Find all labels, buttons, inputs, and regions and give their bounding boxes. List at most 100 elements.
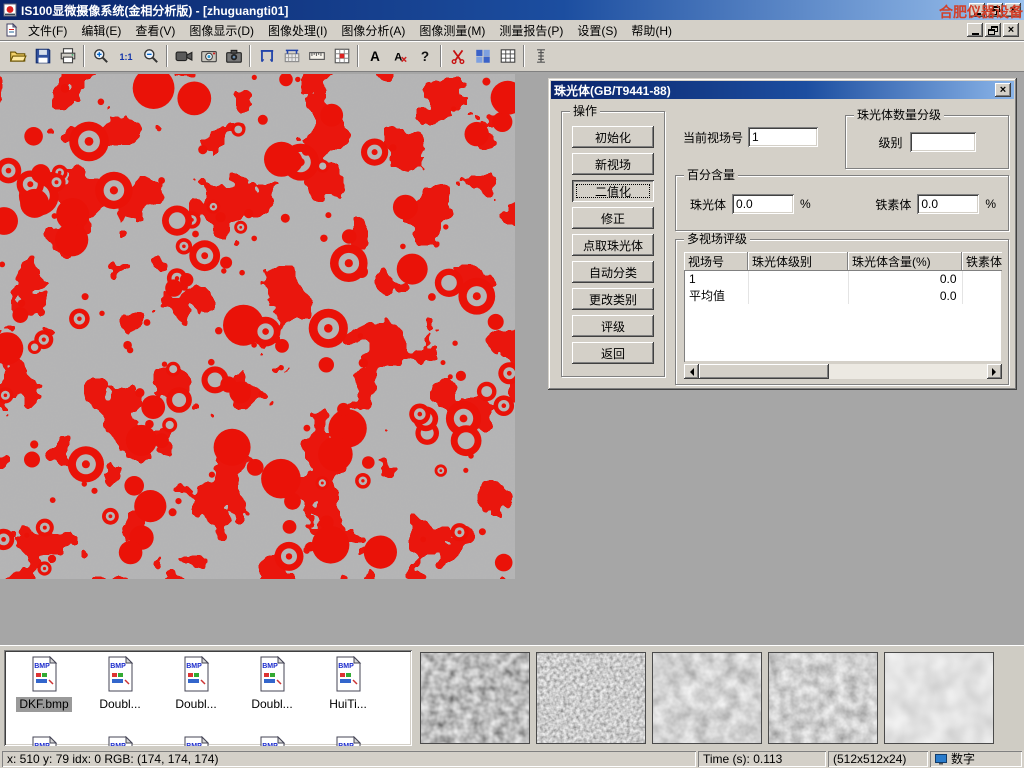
toolbar-open-button[interactable] [5,44,30,69]
level-input[interactable] [910,132,976,152]
child-close-button[interactable]: × [1003,23,1019,37]
op-init-button[interactable]: 初始化 [572,126,654,148]
bmp-file-icon: BMP [332,656,364,695]
table-row[interactable]: 平均值 0.0 [684,287,1002,304]
menu-item-image-process[interactable]: 图像处理(I) [261,19,334,42]
thumbnail-2[interactable] [536,652,646,744]
child-restore-button[interactable] [985,23,1001,37]
pearlite-percent-input[interactable] [732,194,794,214]
file-name[interactable]: Doubl... [96,697,143,712]
thumbnail-1[interactable] [420,652,530,744]
toolbar-font-button[interactable]: A [362,44,387,69]
toolbar-measure-grid-button[interactable] [279,44,304,69]
status-image-size: (512x512x24) [828,751,928,767]
child-document-icon[interactable] [5,23,18,37]
toolbar-video-button[interactable] [171,44,196,69]
vertical-caliper-icon [532,47,550,65]
toolbar-separator [523,45,525,67]
menu-item-image-measure[interactable]: 图像测量(M) [412,19,492,42]
op-new-field-button[interactable]: 新视场 [572,153,654,175]
thumbnail-3[interactable] [652,652,762,744]
current-field-input[interactable] [748,127,818,147]
file-item[interactable]: BMP HuiTi... [310,656,386,712]
toolbar-zoom-in-button[interactable] [88,44,113,69]
toolbar-actual-size-button[interactable]: 1:1 [113,44,138,69]
ferrite-percent-input[interactable] [917,194,979,214]
file-name[interactable]: HuiTi... [326,697,370,712]
toolbar-scale-button[interactable] [304,44,329,69]
menu-item-view[interactable]: 查看(V) [128,19,182,42]
thumbnail-4[interactable] [768,652,878,744]
thumbnail-strip [420,652,994,744]
menu-item-edit[interactable]: 编辑(E) [74,19,128,42]
file-item-partial[interactable]: BMP [6,736,82,746]
mdi-client-area: 珠光体(GB/T9441-88) × 操作 初始化 新视场 二值化 修正 点取珠… [0,72,1024,645]
dialog-body: 操作 初始化 新视场 二值化 修正 点取珠光体 自动分类 更改类别 评级 返回 … [551,99,1014,387]
bmp-file-icon: BMP [28,736,60,746]
bmp-file-icon: BMP [256,736,288,746]
file-item-partial[interactable]: BMP [158,736,234,746]
file-item[interactable]: BMP DKF.bmp [6,656,82,712]
column-header-content[interactable]: 珠光体含量(%) [848,252,962,271]
toolbar-help-button[interactable]: ? [412,44,437,69]
toolbar-font-strike-button[interactable]: A [387,44,412,69]
menu-item-file[interactable]: 文件(F) [21,19,74,42]
toolbar-separator [440,45,442,67]
grid-red-icon [333,47,351,65]
menu-item-image-analysis[interactable]: 图像分析(A) [334,19,412,42]
toolbar-capture-button[interactable] [196,44,221,69]
menu-item-report[interactable]: 测量报告(P) [492,19,570,42]
op-return-button[interactable]: 返回 [572,342,654,364]
table-row[interactable]: 1 0.0 [684,271,1002,287]
file-name[interactable]: Doubl... [248,697,295,712]
op-binarize-button[interactable]: 二值化 [572,180,654,202]
file-item[interactable]: BMP Doubl... [82,656,158,712]
child-minimize-button[interactable] [967,23,983,37]
toolbar-print-button[interactable] [55,44,80,69]
scroll-thumb[interactable] [699,364,829,379]
file-item-partial[interactable]: BMP [310,736,386,746]
toolbar-grid-button[interactable] [495,44,520,69]
file-name[interactable]: DKF.bmp [16,697,71,712]
percent-group: 百分含量 珠光体 % 铁素体 % [675,175,1009,231]
scroll-right-button[interactable] [987,364,1002,379]
bmp-file-icon: BMP [180,656,212,695]
help-icon: ? [416,47,434,65]
toolbar-caliper-button[interactable] [254,44,279,69]
op-change-class-button[interactable]: 更改类别 [572,288,654,310]
op-rate-button[interactable]: 评级 [572,315,654,337]
scroll-left-button[interactable] [684,364,699,379]
thumbnail-5[interactable] [884,652,994,744]
toolbar-cut-button[interactable] [445,44,470,69]
table-hscrollbar[interactable] [684,364,1002,379]
level-label: 级别 [878,134,902,151]
toolbar-vcaliper-button[interactable] [528,44,553,69]
dialog-close-button[interactable]: × [995,83,1011,97]
file-item-partial[interactable]: BMP [234,736,310,746]
scroll-track[interactable] [699,364,987,379]
file-item[interactable]: BMP Doubl... [234,656,310,712]
menu-item-settings[interactable]: 设置(S) [570,19,624,42]
op-auto-classify-button[interactable]: 自动分类 [572,261,654,283]
op-correct-button[interactable]: 修正 [572,207,654,229]
menu-item-help[interactable]: 帮助(H) [624,19,679,42]
pearlite-label: 珠光体 [690,196,726,213]
column-header-field[interactable]: 视场号 [684,252,748,271]
toolbar-zoom-out-button[interactable] [138,44,163,69]
toolbar-camera-button[interactable] [221,44,246,69]
file-browser[interactable]: BMP DKF.bmp BMP Doubl... BMP Doub [4,650,412,746]
op-pick-pearlite-button[interactable]: 点取珠光体 [572,234,654,256]
column-header-level[interactable]: 珠光体级别 [748,252,848,271]
menu-item-image-display[interactable]: 图像显示(D) [182,19,261,42]
cell-ferrite [962,271,1002,287]
file-item-partial[interactable]: BMP [82,736,158,746]
file-item[interactable]: BMP Doubl... [158,656,234,712]
dialog-titlebar[interactable]: 珠光体(GB/T9441-88) × [551,81,1014,99]
metallograph-image[interactable] [0,74,515,579]
toolbar-palette-button[interactable] [470,44,495,69]
toolbar-save-button[interactable] [30,44,55,69]
file-name[interactable]: Doubl... [172,697,219,712]
toolbar-grid-red-button[interactable] [329,44,354,69]
titlebar[interactable]: IS100显微摄像系统(金相分析版) - [zhuguangti01] × [0,0,1024,20]
column-header-ferrite[interactable]: 铁素体含量(%) [962,252,1002,271]
